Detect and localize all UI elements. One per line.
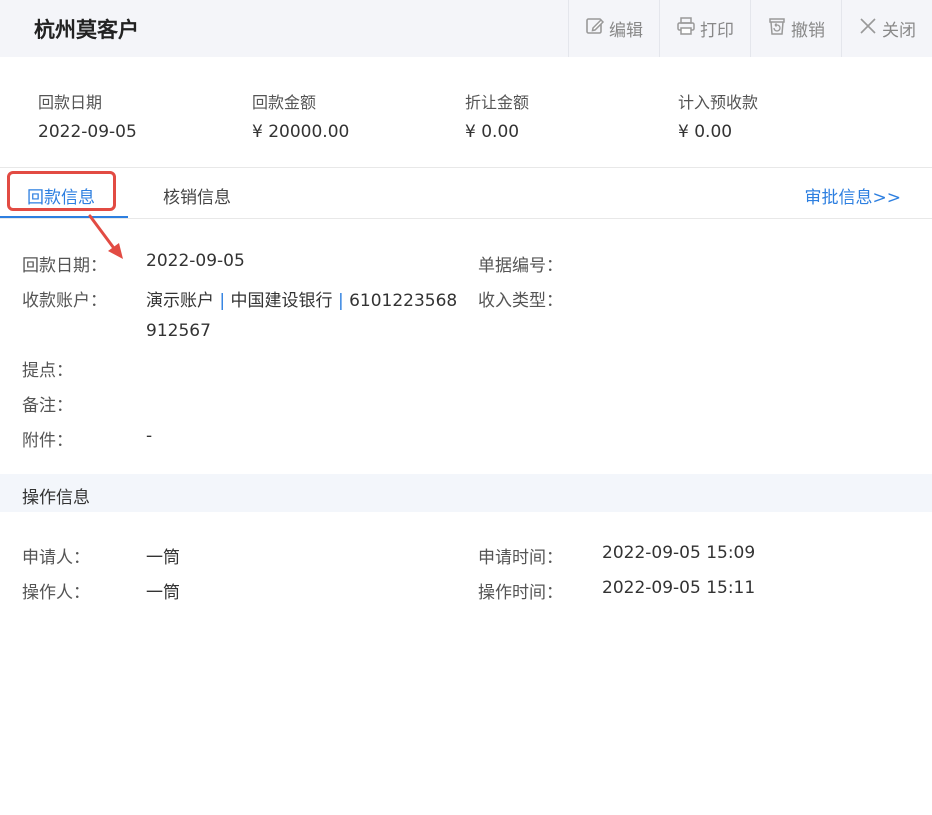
account-name: 演示账户 — [146, 291, 214, 311]
header-bar: 杭州莫客户 编辑 打印 撤销 关闭 — [0, 0, 932, 57]
summary-date-label: 回款日期 — [38, 93, 103, 112]
page-title: 杭州莫客户 — [34, 17, 139, 42]
account-bank: 中国建设银行 — [230, 291, 333, 311]
tab-payment-info[interactable]: 回款信息 — [27, 183, 95, 208]
detail-account-value: 演示账户 | 中国建设银行 | 6101223568 — [146, 286, 457, 311]
operate-time-value: 2022-09-05 15:11 — [602, 578, 756, 598]
detail-date-value: 2022-09-05 — [146, 251, 245, 271]
summary-discount: 折让金额 ¥ 0.00 — [465, 89, 529, 142]
detail-points-label: 提点： — [22, 361, 73, 381]
applicant-value: 一筒 — [146, 548, 180, 568]
summary-prepay-label: 计入预收款 — [678, 93, 759, 112]
edit-button-label: 编辑 — [609, 21, 643, 41]
printer-icon — [676, 16, 696, 41]
summary-date-value: 2022-09-05 — [38, 122, 137, 142]
summary-discount-label: 折让金额 — [465, 93, 530, 112]
operate-time-label: 操作时间： — [478, 583, 563, 603]
operation-section-title: 操作信息 — [22, 488, 90, 508]
revoke-icon — [767, 16, 787, 41]
detail-attachment-label: 附件： — [22, 431, 73, 451]
revoke-button[interactable]: 撤销 — [750, 0, 841, 57]
operator-label: 操作人： — [22, 583, 90, 603]
applicant-label: 申请人： — [22, 548, 90, 568]
summary-prepay-value: ¥ 0.00 — [678, 122, 733, 142]
summary-discount-value: ¥ 0.00 — [465, 122, 520, 142]
detail-attachment-value: - — [146, 426, 153, 446]
account-number: 6101223568 — [349, 291, 458, 311]
summary-date: 回款日期 2022-09-05 — [38, 89, 137, 142]
detail-account-number-cont: 912567 — [146, 321, 211, 341]
detail-doc-no-label: 单据编号： — [478, 256, 563, 276]
print-button[interactable]: 打印 — [659, 0, 750, 57]
apply-time-label: 申请时间： — [478, 548, 563, 568]
summary-amount: 回款金额 ¥ 20000.00 — [252, 89, 349, 142]
toolbar: 编辑 打印 撤销 关闭 — [568, 0, 932, 57]
tab-writeoff-info[interactable]: 核销信息 — [163, 183, 231, 208]
print-button-label: 打印 — [700, 21, 734, 41]
account-separator: | — [219, 291, 226, 311]
approval-info-link[interactable]: 审批信息>> — [805, 183, 902, 208]
detail-date-label: 回款日期： — [22, 256, 107, 276]
account-separator: | — [337, 291, 344, 311]
detail-income-type-label: 收入类型： — [478, 291, 563, 311]
operator-value: 一筒 — [146, 583, 180, 603]
edit-icon — [585, 16, 605, 41]
tab-bar: 回款信息 核销信息 审批信息>> — [0, 169, 932, 219]
close-button[interactable]: 关闭 — [841, 0, 932, 57]
summary-panel: 回款日期 2022-09-05 回款金额 ¥ 20000.00 折让金额 ¥ 0… — [0, 57, 932, 168]
summary-amount-label: 回款金额 — [252, 93, 317, 112]
detail-remarks-label: 备注： — [22, 396, 73, 416]
summary-amount-value: ¥ 20000.00 — [252, 122, 350, 142]
apply-time-value: 2022-09-05 15:09 — [602, 543, 756, 563]
edit-button[interactable]: 编辑 — [568, 0, 659, 57]
detail-account-label: 收款账户： — [22, 291, 107, 311]
revoke-button-label: 撤销 — [791, 21, 825, 41]
summary-prepay: 计入预收款 ¥ 0.00 — [678, 89, 758, 142]
operation-section-header: 操作信息 — [0, 474, 932, 512]
close-icon — [858, 16, 878, 41]
close-button-label: 关闭 — [882, 21, 916, 41]
